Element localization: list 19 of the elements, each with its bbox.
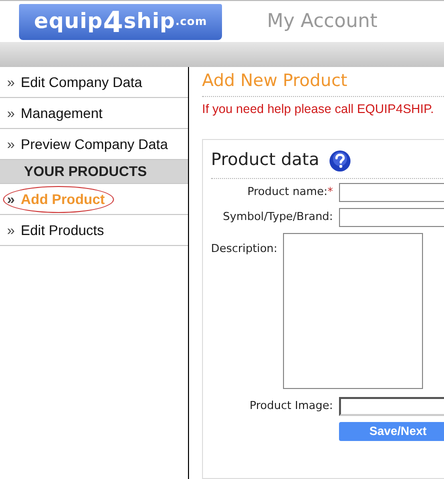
image-field[interactable] — [339, 396, 444, 416]
sidebar-link[interactable]: » Edit Company Data — [4, 70, 150, 94]
content-title: Add New Product — [202, 71, 348, 91]
text-field[interactable] — [339, 182, 444, 202]
section-heading: YOUR PRODUCTS — [0, 160, 188, 184]
sidebar-link[interactable]: » Preview Company Data — [4, 132, 176, 156]
form-title: Product data — [211, 149, 320, 172]
field-label: Description: — [211, 242, 278, 255]
description-field[interactable] — [283, 232, 424, 389]
field-label: Product name:* — [246, 184, 334, 200]
sidebar-link[interactable]: » Edit Products — [4, 218, 112, 242]
page-title: My Account — [267, 9, 378, 34]
sidebar-link[interactable]: » Management — [4, 100, 111, 126]
sidebar-link[interactable]: » Add Product — [4, 186, 113, 212]
help-icon[interactable] — [329, 150, 352, 172]
field-label: Symbol/Type/Brand: — [222, 209, 334, 225]
text-field[interactable] — [339, 208, 444, 227]
field-label: Product Image: — [248, 398, 334, 414]
help-text: If you need help please call EQUIP4SHIP. — [202, 100, 435, 118]
